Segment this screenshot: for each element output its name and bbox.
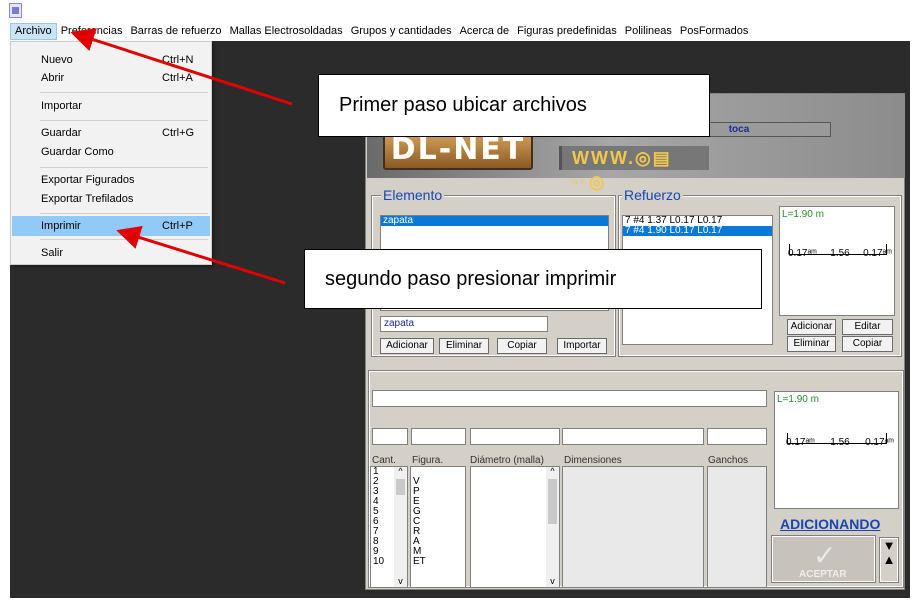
arrow-to-imprimir [116,225,286,285]
annotation-arrows [70,28,293,285]
arrow-to-archivo [70,28,293,106]
